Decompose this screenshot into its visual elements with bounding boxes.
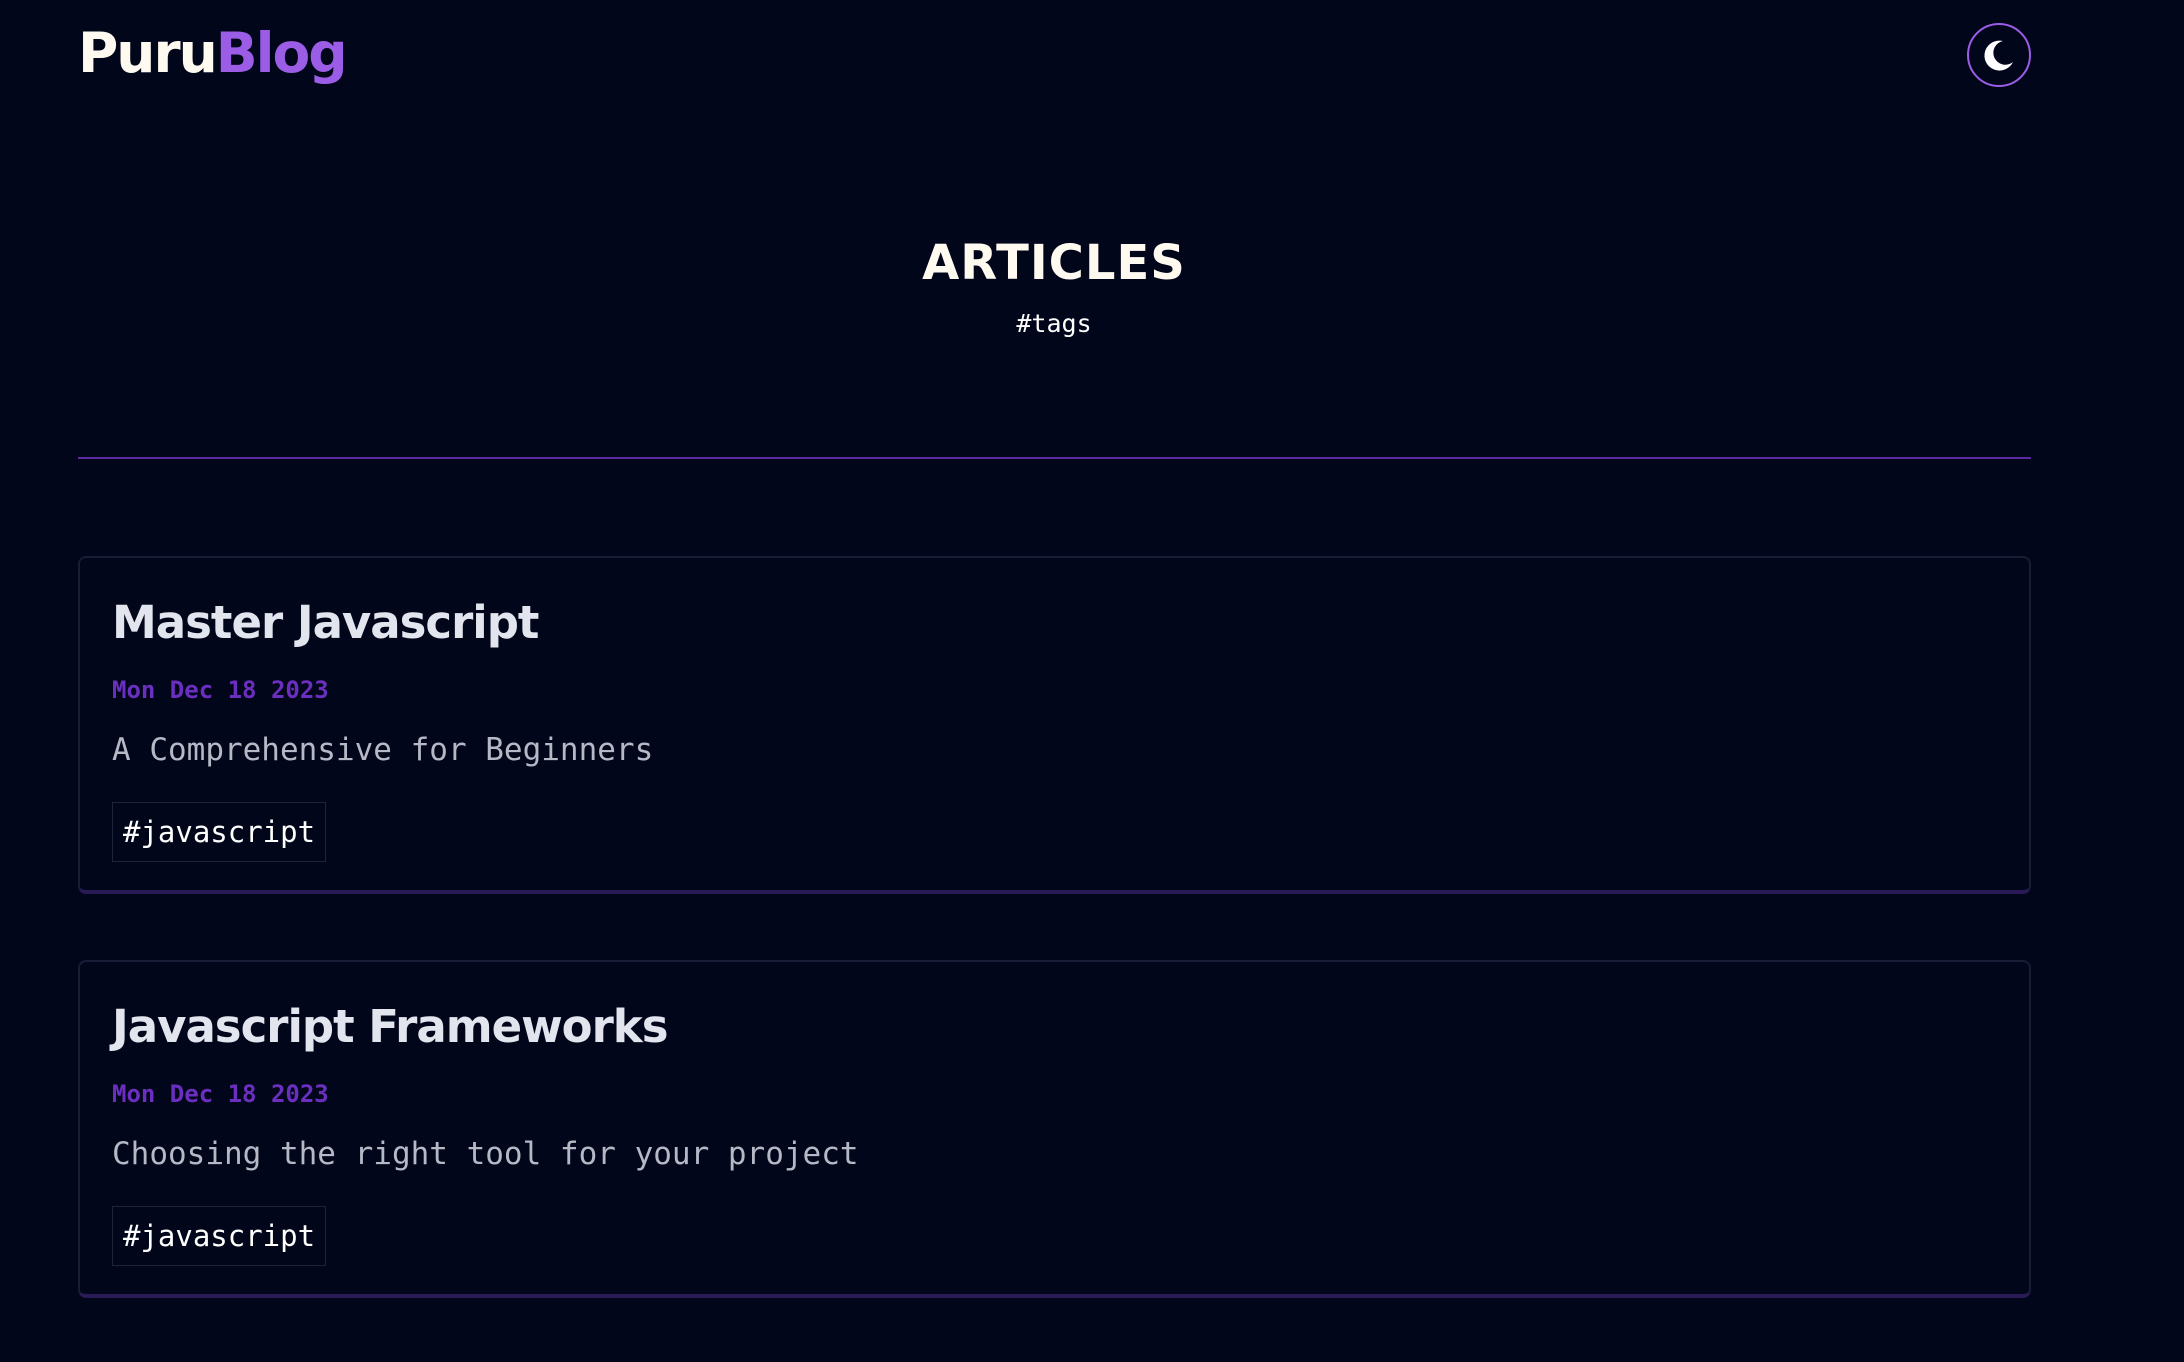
article-description: Choosing the right tool for your project (112, 1136, 859, 1172)
page-hero: ARTICLES #tags (0, 235, 2108, 338)
article-title[interactable]: Master Javascript (112, 596, 1997, 650)
article-date: Mon Dec 18 2023 (112, 1080, 329, 1108)
page-title: ARTICLES (922, 235, 1186, 291)
tags-link[interactable]: #tags (1016, 309, 1091, 338)
article-card[interactable]: Javascript Frameworks Mon Dec 18 2023 Ch… (78, 960, 2031, 1298)
logo-text-blog: Blog (215, 21, 348, 85)
article-title[interactable]: Javascript Frameworks (112, 1000, 1997, 1054)
moon-icon (1984, 40, 2013, 71)
theme-toggle-button[interactable] (1967, 23, 2031, 87)
site-logo[interactable]: PuruBlog (78, 26, 348, 81)
site-header: PuruBlog (78, 18, 2031, 102)
article-date: Mon Dec 18 2023 (112, 676, 329, 704)
tag-chip[interactable]: #javascript (112, 1206, 327, 1266)
divider (78, 457, 2031, 459)
article-description: A Comprehensive for Beginners (112, 732, 654, 768)
logo-text-puru: Puru (78, 21, 218, 85)
tag-chip[interactable]: #javascript (112, 802, 327, 862)
article-card[interactable]: Master Javascript Mon Dec 18 2023 A Comp… (78, 556, 2031, 894)
